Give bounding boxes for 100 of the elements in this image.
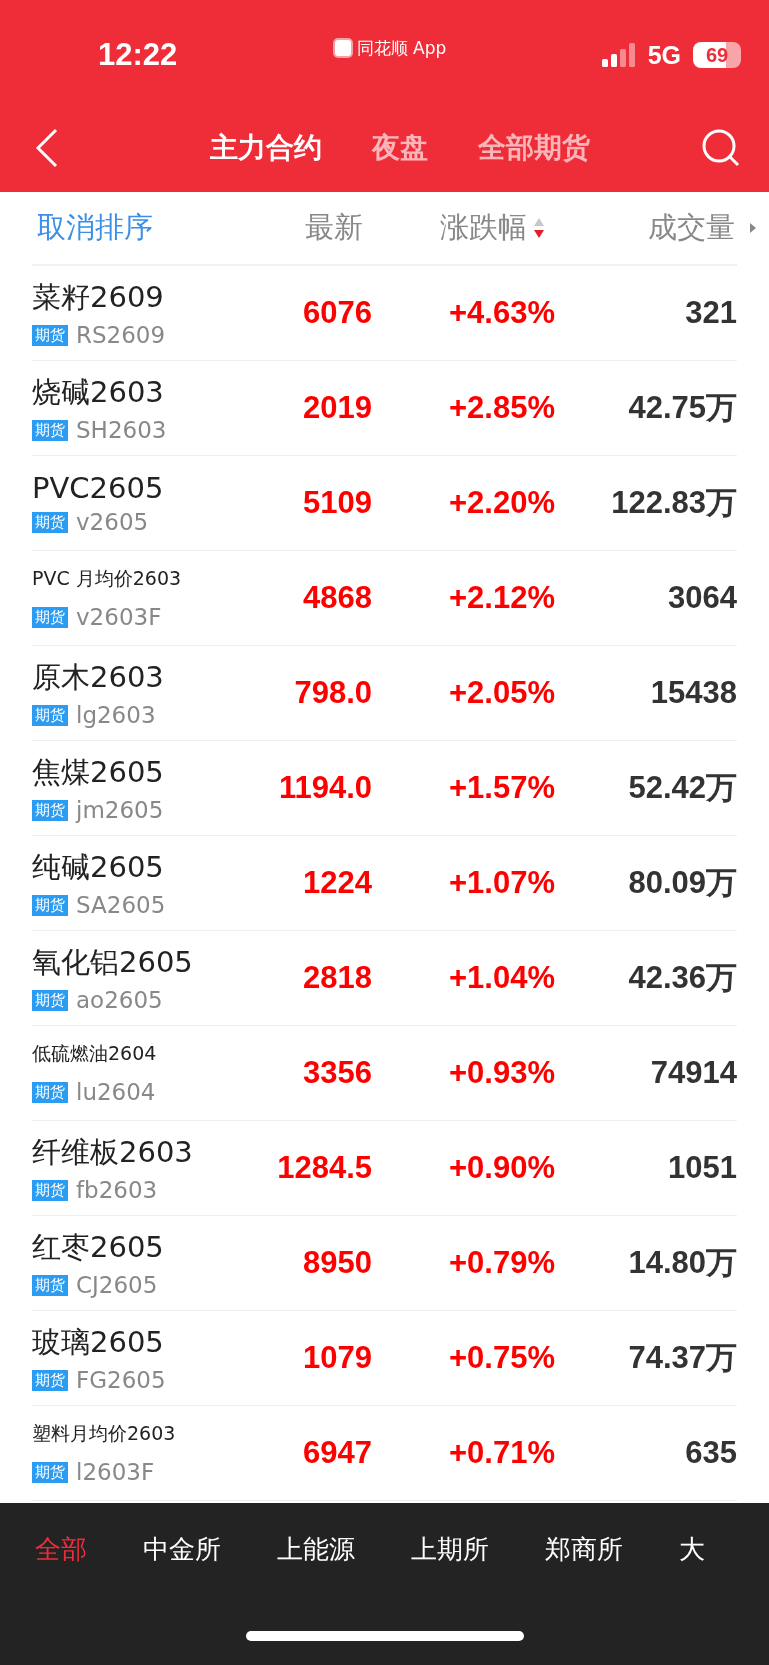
- contract-name: PVC 月均价2603: [32, 566, 183, 591]
- exchange-tab[interactable]: 全部: [35, 1531, 87, 1567]
- volume-value: 52.42万: [627, 769, 737, 807]
- contract-code: lu2604: [76, 1079, 156, 1105]
- contract-name: 烧碱2603: [32, 374, 165, 411]
- futures-tag: 期货: [32, 894, 68, 916]
- change-percent: +2.85%: [448, 390, 555, 426]
- volume-value: 1051: [667, 1150, 737, 1186]
- cancel-sort-link[interactable]: 取消排序: [37, 208, 297, 248]
- volume-value: 14.80万: [627, 1244, 737, 1282]
- change-percent: +4.63%: [448, 295, 555, 331]
- battery-level: 69: [705, 43, 729, 67]
- app-name: 同花顺 App: [356, 36, 447, 60]
- back-icon[interactable]: [34, 128, 60, 168]
- contract-code: FG2605: [76, 1367, 166, 1393]
- contract-name: 纤维板2603: [32, 1134, 194, 1171]
- column-header[interactable]: 最新: [305, 208, 380, 248]
- contract-code: RS2609: [76, 322, 166, 348]
- change-percent: +1.07%: [448, 865, 555, 901]
- change-percent: +0.93%: [448, 1055, 555, 1091]
- price-value: 2818: [302, 960, 372, 996]
- contract-code: jm2605: [76, 797, 164, 823]
- price-value: 1224: [302, 865, 372, 901]
- change-percent: +2.05%: [448, 675, 555, 711]
- contract-name: 焦煤2605: [32, 754, 165, 791]
- change-percent: +1.04%: [448, 960, 555, 996]
- volume-value: 635: [684, 1435, 737, 1471]
- search-icon[interactable]: [701, 128, 741, 168]
- contract-code: lg2603: [76, 702, 156, 728]
- change-percent: +2.12%: [448, 580, 555, 616]
- futures-tag: 期货: [32, 511, 68, 533]
- exchange-tab[interactable]: 上期所: [411, 1531, 489, 1567]
- exchange-tab[interactable]: 上能源: [277, 1531, 355, 1567]
- contract-code: SA2605: [76, 892, 166, 918]
- signal-icon: [601, 43, 636, 67]
- price-value: 6947: [302, 1435, 372, 1471]
- futures-tag: 期货: [32, 606, 68, 628]
- contract-code: ao2605: [76, 987, 163, 1013]
- price-value: 2019: [302, 390, 372, 426]
- network-label: 5G: [647, 40, 681, 70]
- change-percent: +0.90%: [448, 1150, 555, 1186]
- contract-name: 红枣2605: [32, 1229, 165, 1266]
- contract-name: 塑料月均价2603: [32, 1421, 177, 1446]
- contract-code: v2605: [76, 509, 149, 535]
- price-value: 3356: [302, 1055, 372, 1091]
- contract-name: 氧化铝2605: [32, 944, 194, 981]
- header-tab[interactable]: 主力合约: [209, 129, 322, 167]
- futures-tag: 期货: [32, 1081, 68, 1103]
- column-header[interactable]: 成交量: [648, 208, 735, 248]
- price-value: 798.0: [293, 675, 372, 711]
- contract-name: 菜籽2609: [32, 279, 165, 316]
- contract-code: SH2603: [76, 417, 167, 443]
- contract-name: 玻璃2605: [32, 1324, 165, 1361]
- change-percent: +0.71%: [448, 1435, 555, 1471]
- futures-tag: 期货: [32, 1179, 68, 1201]
- header-tab[interactable]: 夜盘: [371, 129, 428, 167]
- volume-value: 74.37万: [627, 1339, 737, 1377]
- volume-value: 74914: [649, 1055, 737, 1091]
- change-percent: +0.79%: [448, 1245, 555, 1281]
- futures-tag: 期货: [32, 324, 68, 346]
- contract-name: 原木2603: [32, 659, 165, 696]
- exchange-tab[interactable]: 郑商所: [545, 1531, 623, 1567]
- price-value: 1284.5: [276, 1150, 372, 1186]
- price-value: 1194.0: [277, 770, 372, 806]
- contract-name: PVC2605: [32, 471, 165, 505]
- exchange-tab[interactable]: 大: [679, 1531, 705, 1567]
- futures-tag: 期货: [32, 799, 68, 821]
- volume-value: 321: [684, 295, 737, 331]
- futures-tag: 期货: [32, 1461, 68, 1483]
- contract-name: 纯碱2605: [32, 849, 165, 886]
- contract-code: v2603F: [76, 604, 162, 630]
- futures-tag: 期货: [32, 989, 68, 1011]
- exchange-tab[interactable]: 中金所: [143, 1531, 221, 1567]
- column-header[interactable]: 涨跌幅: [440, 208, 568, 248]
- volume-value: 3064: [667, 580, 737, 616]
- change-percent: +0.75%: [448, 1340, 555, 1376]
- volume-value: 80.09万: [627, 864, 737, 902]
- price-value: 8950: [302, 1245, 372, 1281]
- futures-tag: 期货: [32, 419, 68, 441]
- volume-value: 42.75万: [627, 389, 737, 427]
- change-percent: +1.57%: [448, 770, 555, 806]
- change-percent: +2.20%: [448, 485, 555, 521]
- contract-code: CJ2605: [76, 1272, 158, 1298]
- header-tab[interactable]: 全部期货: [477, 129, 590, 167]
- futures-tag: 期货: [32, 704, 68, 726]
- contract-code: fb2603: [76, 1177, 158, 1203]
- sort-icon: [533, 217, 545, 239]
- contract-name: 低硫燃油2604: [32, 1041, 158, 1066]
- price-value: 5109: [302, 485, 372, 521]
- futures-tag: 期货: [32, 1274, 68, 1296]
- futures-tag: 期货: [32, 1369, 68, 1391]
- volume-value: 122.83万: [610, 484, 737, 522]
- contract-code: l2603F: [76, 1459, 155, 1485]
- price-value: 4868: [302, 580, 372, 616]
- price-value: 6076: [302, 295, 372, 331]
- volume-value: 42.36万: [627, 959, 737, 997]
- scroll-right-icon[interactable]: [749, 222, 757, 234]
- clock-time: 12:22: [98, 37, 178, 73]
- volume-value: 15438: [649, 675, 737, 711]
- price-value: 1079: [302, 1340, 372, 1376]
